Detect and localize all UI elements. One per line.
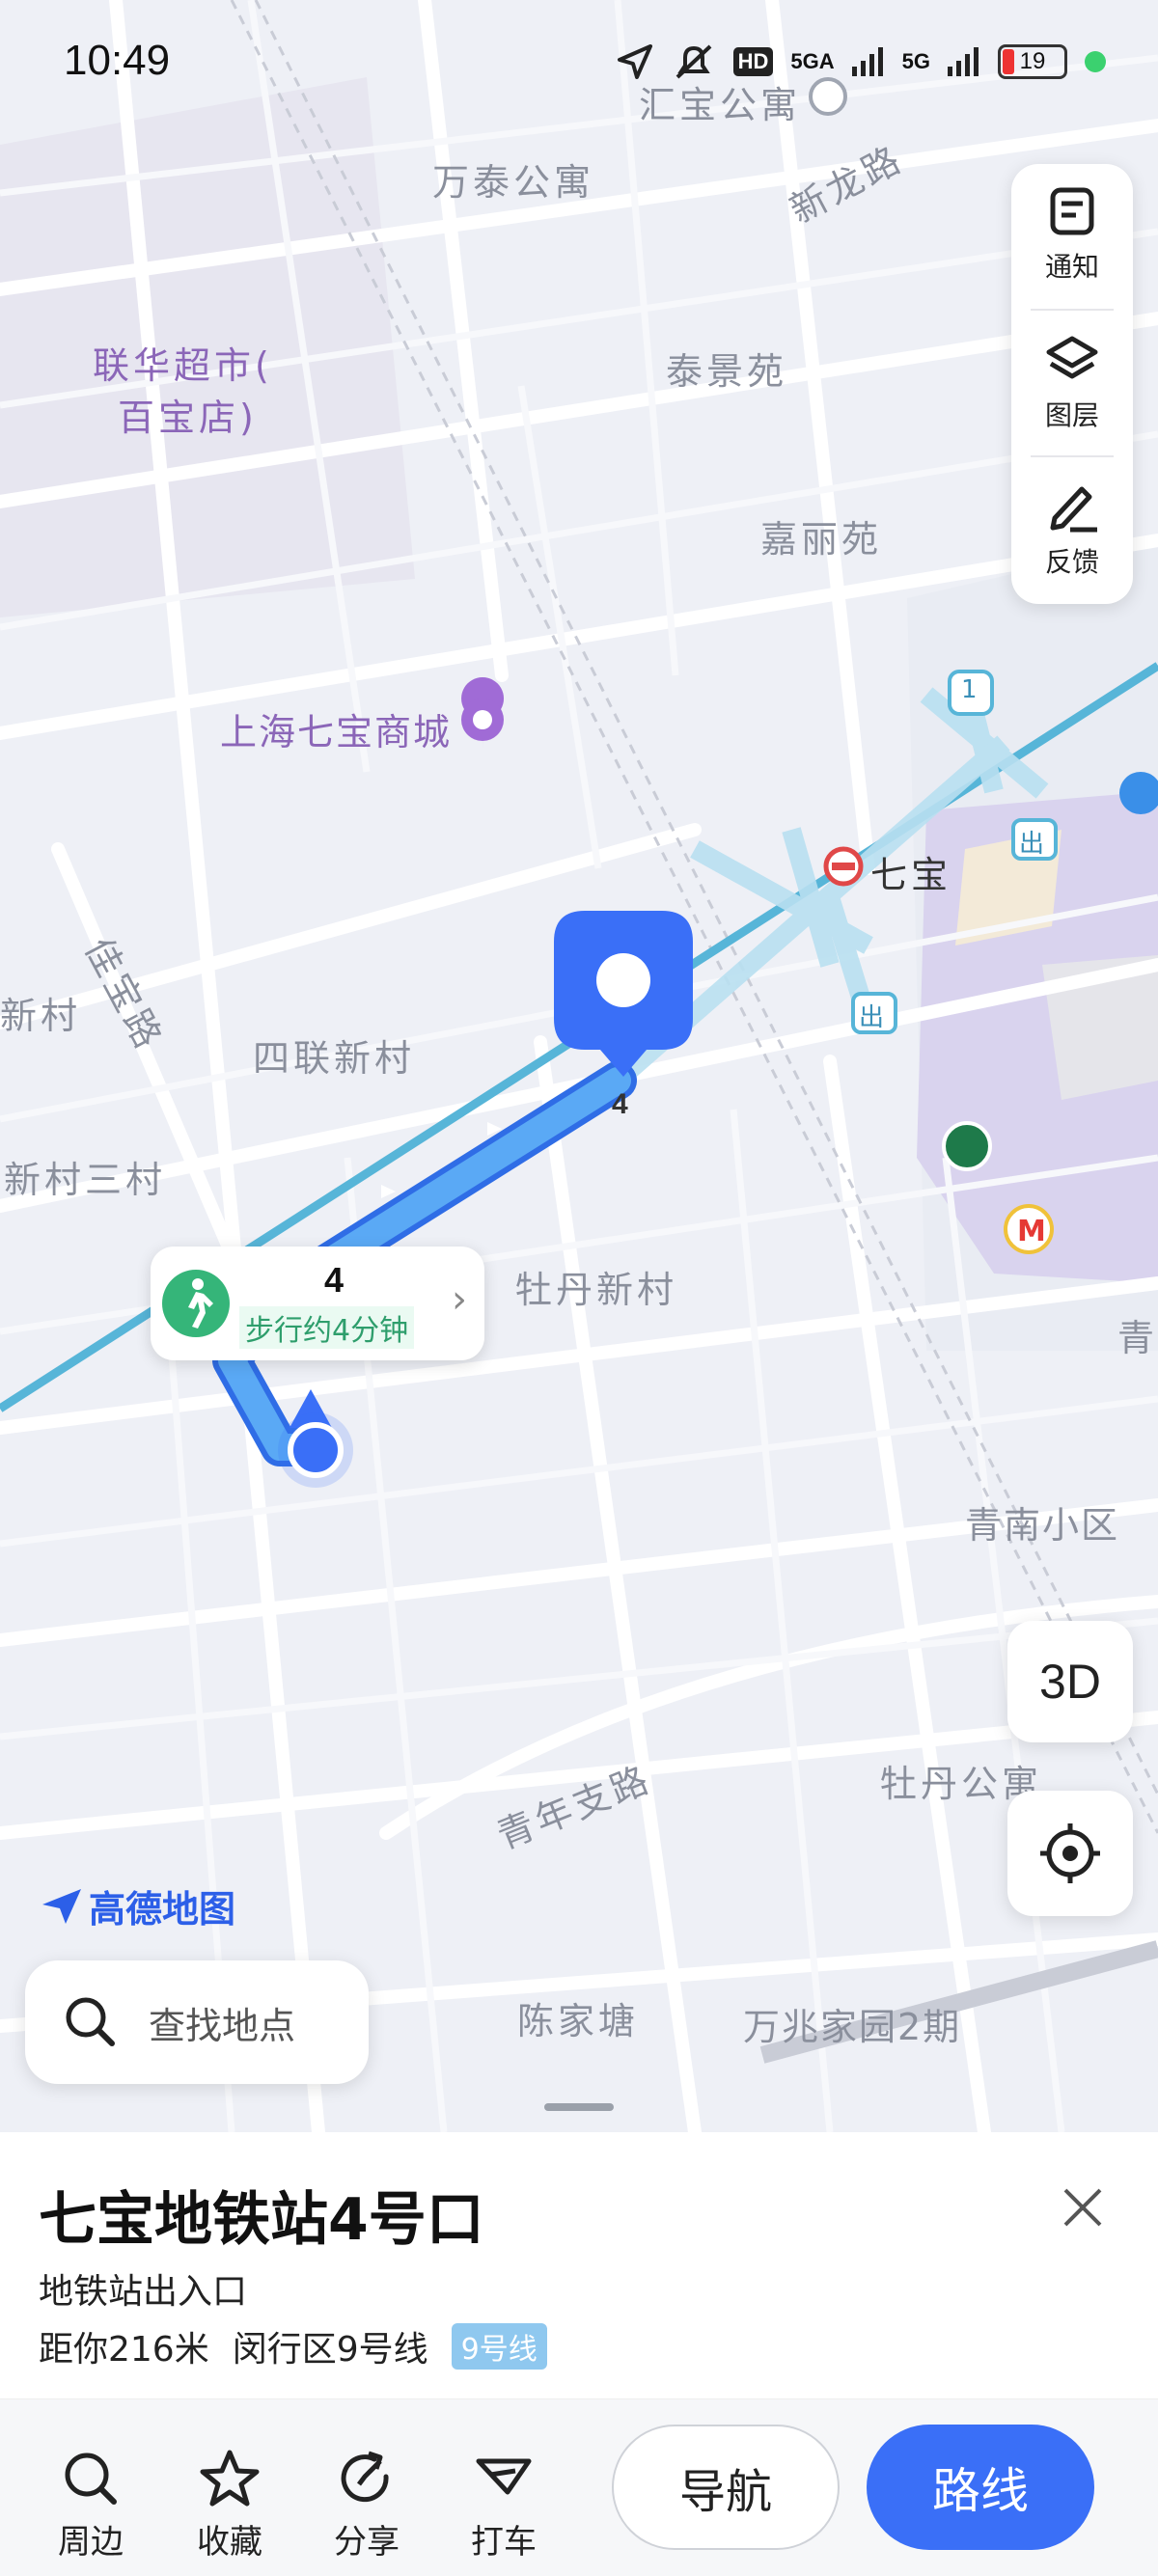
- mute-bell-icon: [676, 44, 711, 79]
- navigate-button[interactable]: 导航: [612, 2425, 840, 2550]
- logo-arrow-icon: [42, 1888, 81, 1924]
- signal-bars-2-icon: [948, 47, 979, 76]
- taxi-icon: [476, 2458, 532, 2495]
- search-icon: [65, 2453, 117, 2505]
- svg-text:M: M: [1017, 1215, 1046, 1248]
- toggle-3d-button[interactable]: 3D: [1007, 1621, 1133, 1742]
- sheet-drag-handle[interactable]: [544, 2103, 614, 2111]
- map-label-lianhua-1: 联华超市(: [93, 344, 273, 387]
- exit-badge-2[interactable]: 出: [859, 998, 884, 1033]
- poi-detail-sheet: 七宝地铁站4号口 地铁站出入口 距你216米 闵行区9号线 9号线 周边 收藏: [0, 2132, 1158, 2576]
- notice-label: 通知: [1044, 251, 1099, 283]
- map-label-chenjiatang: 陈家塘: [517, 2000, 640, 2042]
- layers-icon: [1046, 336, 1098, 379]
- map-label-shopping-mall[interactable]: 上海七宝商城: [220, 702, 452, 755]
- exit-badge-1[interactable]: 出: [1019, 824, 1044, 860]
- callout-number: 4: [324, 1260, 345, 1300]
- poi-title: 七宝地铁站4号口: [39, 2186, 484, 2254]
- map-label-taijing: 泰景苑: [666, 350, 788, 393]
- taxi-button[interactable]: 打车: [455, 2448, 552, 2562]
- nearby-button[interactable]: 周边: [42, 2448, 139, 2562]
- hd-icon: HD: [732, 47, 774, 76]
- feedback-label: 反馈: [1044, 546, 1099, 578]
- search-icon: [66, 1997, 115, 2046]
- edit-pen-icon: [1050, 486, 1097, 533]
- signal-5ga: 5GA: [790, 49, 835, 73]
- action-bar: 周边 收藏 分享 打车 导航 路线: [0, 2398, 1158, 2576]
- search-bar[interactable]: 查找地点: [25, 1960, 369, 2084]
- poi-distance: 距你216米: [39, 2330, 209, 2370]
- current-location-dot: [288, 1422, 344, 1478]
- walking-person-icon: [162, 1270, 230, 1337]
- map-label-qibao-station[interactable]: 七宝: [870, 845, 951, 898]
- locate-me-button[interactable]: [1007, 1791, 1133, 1916]
- layers-label: 图层: [1044, 399, 1099, 431]
- map-label-qing-edge: 青: [1117, 1317, 1158, 1359]
- map-label-lianhua-2: 百宝店): [118, 397, 258, 439]
- share-icon: [341, 2451, 389, 2503]
- feedback-button[interactable]: 反馈: [1011, 459, 1133, 600]
- map-tools-panel: 通知 图层 反馈: [1011, 164, 1133, 604]
- map-label-wanzhao: 万兆家园2期: [743, 2006, 962, 2048]
- chevron-right-icon: ›: [452, 1277, 467, 1322]
- battery-icon: 19: [998, 44, 1067, 79]
- map-label-jiali: 嘉丽苑: [760, 518, 883, 561]
- signal-5g: 5G: [901, 49, 930, 73]
- privacy-indicator: [1085, 51, 1106, 72]
- status-time: 10:49: [64, 37, 171, 84]
- nearby-label: 周边: [58, 2523, 124, 2562]
- signal-bars-icon: [851, 47, 883, 76]
- pin-number: 4: [612, 1088, 628, 1120]
- map-label-mudan: 牡丹新村: [515, 1269, 678, 1311]
- amap-logo: 高德地图: [41, 1879, 235, 1932]
- map-label-xincun-edge: 新村: [0, 995, 82, 1037]
- divider: [1031, 309, 1114, 311]
- metro-line-badge: 1: [961, 675, 978, 704]
- status-bar: 10:49 HD 5GA 5G 19: [0, 0, 1158, 116]
- layers-button[interactable]: 图层: [1011, 313, 1133, 453]
- crosshair-icon: [1040, 1823, 1100, 1883]
- battery-level: 19: [1019, 48, 1046, 74]
- notice-icon: [1050, 187, 1094, 235]
- map-label-xincun-san: 新村三村: [4, 1159, 167, 1201]
- taxi-label: 打车: [471, 2523, 537, 2562]
- walking-duration: 步行约4分钟: [239, 1306, 415, 1349]
- map-label-wantai: 万泰公寓: [432, 161, 595, 204]
- star-icon: [200, 2450, 260, 2507]
- map-label-qingnan: 青南小区: [965, 1504, 1120, 1547]
- walking-callout[interactable]: 4 步行约4分钟 ›: [151, 1247, 484, 1360]
- metro-line-tag: 9号线: [451, 2323, 547, 2370]
- close-icon[interactable]: [1058, 2182, 1108, 2233]
- route-button[interactable]: 路线: [867, 2425, 1094, 2550]
- share-button[interactable]: 分享: [318, 2448, 415, 2562]
- poi-category: 地铁站出入口: [39, 2272, 248, 2312]
- favorite-button[interactable]: 收藏: [181, 2448, 278, 2562]
- poi-meta: 距你216米 闵行区9号线 9号线: [39, 2321, 547, 2371]
- map-label-silian: 四联新村: [253, 1037, 416, 1080]
- search-placeholder: 查找地点: [149, 2004, 296, 2047]
- share-label: 分享: [334, 2523, 400, 2562]
- logo-text: 高德地图: [89, 1888, 236, 1931]
- location-arrow-icon: [617, 44, 652, 79]
- destination-pin[interactable]: [554, 911, 693, 1084]
- poi-district-line: 闵行区9号线: [232, 2330, 428, 2370]
- favorite-label: 收藏: [197, 2523, 262, 2562]
- divider: [1031, 455, 1114, 457]
- notice-button[interactable]: 通知: [1011, 164, 1133, 305]
